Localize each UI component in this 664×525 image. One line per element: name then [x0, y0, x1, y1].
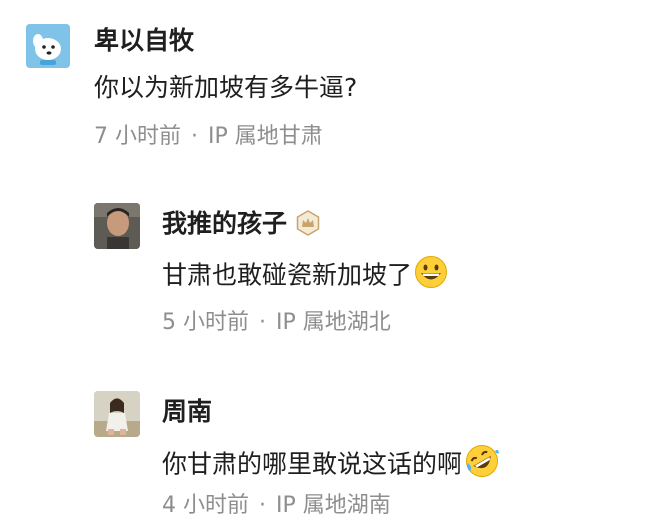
man-photo-avatar-icon	[94, 203, 140, 249]
comment-text-row: 甘肃也敢碰瓷新加坡了	[162, 255, 448, 298]
user-avatar[interactable]	[94, 203, 140, 249]
ip-location: IP 属地甘肃	[208, 124, 323, 149]
comment-time: 4 小时前	[162, 493, 249, 518]
username[interactable]: 卑以自牧	[94, 24, 194, 58]
comment-meta: 7 小时前 · IP 属地甘肃	[94, 122, 323, 152]
meta-separator: ·	[259, 310, 266, 335]
ip-location: IP 属地湖南	[276, 493, 391, 518]
meta-separator: ·	[191, 124, 198, 149]
username-row: 我推的孩子	[162, 207, 321, 245]
meta-separator: ·	[259, 493, 266, 518]
comment-meta: 5 小时前 · IP 属地湖北	[162, 308, 391, 338]
rolling-on-floor-laughing-emoji-icon	[464, 443, 500, 488]
username[interactable]: 我推的孩子	[162, 209, 287, 238]
crown-badge-icon	[295, 210, 321, 245]
comment-time: 5 小时前	[162, 310, 249, 335]
comment-time: 7 小时前	[94, 124, 181, 149]
cartoon-dog-avatar-icon	[26, 24, 70, 68]
user-avatar[interactable]	[26, 24, 70, 68]
comment-text: 你以为新加坡有多牛逼?	[94, 73, 358, 102]
user-avatar[interactable]	[94, 391, 140, 437]
ip-location: IP 属地湖北	[276, 310, 391, 335]
grinning-face-emoji-icon	[414, 255, 448, 298]
woman-photo-avatar-icon	[94, 391, 140, 437]
comment-text: 甘肃也敢碰瓷新加坡了	[162, 260, 413, 290]
comment-meta: 4 小时前 · IP 属地湖南	[162, 491, 391, 521]
comment-text-row: 你甘肃的哪里敢说这话的啊	[162, 443, 500, 488]
comment-text: 你甘肃的哪里敢说这话的啊	[162, 449, 463, 479]
username[interactable]: 周南	[162, 395, 212, 429]
